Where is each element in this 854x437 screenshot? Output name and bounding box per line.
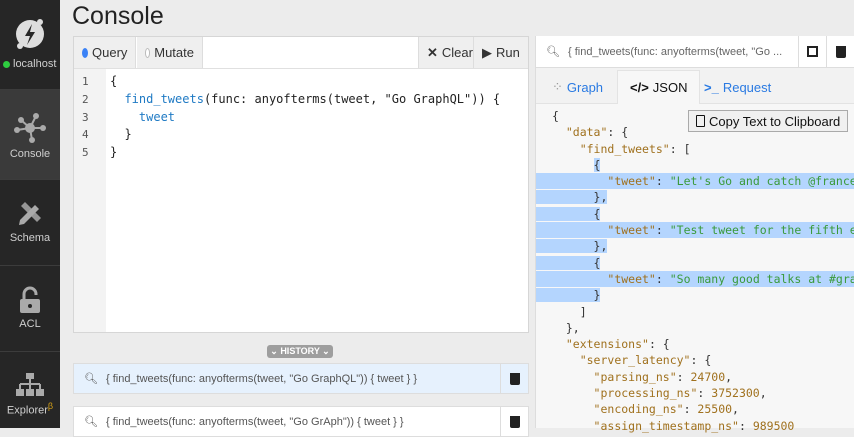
status-dot-icon — [3, 60, 10, 68]
code-line: 5} — [74, 144, 528, 162]
graph-icon: ⁘ — [552, 79, 563, 94]
processing-ns-value: 3752300 — [711, 386, 760, 401]
sidebar-item-label: ACL — [19, 318, 41, 330]
fullscreen-button[interactable] — [798, 36, 826, 67]
assign-timestamp-value: 989500 — [752, 418, 795, 433]
code-line: 1{ — [74, 73, 528, 91]
terminal-icon: >_ — [704, 79, 719, 95]
trash-icon — [835, 45, 846, 58]
tab-request[interactable]: >_ Request — [692, 70, 783, 104]
page-title: Console — [72, 2, 164, 30]
line-number: 4 — [82, 128, 89, 142]
sidebar-item-acl[interactable]: ACL — [0, 266, 60, 352]
unlock-icon — [20, 286, 40, 313]
trash-icon — [509, 415, 520, 428]
tweet-text: Test tweet for the fifth epis — [676, 223, 854, 238]
result-tabs: ⁘ Graph </> JSON >_ Request — [536, 68, 854, 104]
run-label: Run — [496, 45, 520, 60]
radio-selected-icon — [82, 47, 88, 58]
search-icon: 🔍︎ — [84, 416, 98, 428]
clear-label: Clear — [441, 45, 473, 60]
play-icon: ▶ — [482, 44, 492, 60]
code-field: tweet — [138, 109, 176, 124]
json-output[interactable]: { "data": { "find_tweets": [ { "tweet": … — [536, 108, 854, 434]
sidebar-item-explorer[interactable]: Explorerβ — [0, 352, 60, 428]
sidebar: localhost Console Schema ACL Explorerβ — [0, 0, 60, 428]
query-label: Query — [92, 45, 128, 60]
history-query: { find_tweets(func: anyofterms(tweet, "G… — [105, 415, 404, 428]
result-query: { find_tweets(func: anyofterms(tweet, "G… — [567, 45, 783, 58]
search-icon: 🔍︎ — [546, 46, 560, 58]
sidebar-item-label: Schema — [9, 232, 51, 244]
history-item[interactable]: 🔍︎ { find_tweets(func: anyofterms(tweet, … — [73, 363, 529, 394]
clear-button[interactable]: ✕ Clear — [418, 37, 474, 68]
code-line: 3 tweet — [74, 109, 528, 127]
tab-label: Graph — [566, 79, 604, 95]
sidebar-item-label: Explorer — [6, 404, 48, 417]
sidebar-item-console[interactable]: Console — [0, 90, 60, 180]
line-number: 1 — [82, 75, 89, 88]
tweet-text: Let's Go and catch @francesc — [676, 174, 854, 189]
code-text: } — [110, 145, 118, 160]
close-icon: ✕ — [427, 44, 438, 60]
code-text: } — [110, 127, 132, 142]
tab-label: JSON — [652, 80, 688, 95]
copy-label: Copy Text to Clipboard — [709, 113, 841, 129]
mutate-mode-radio[interactable]: Mutate — [137, 37, 203, 68]
host-label: localhost — [13, 58, 57, 70]
beta-badge: β — [47, 401, 54, 411]
run-button[interactable]: ▶ Run — [474, 37, 528, 68]
tab-label: Request — [722, 79, 772, 95]
search-icon: 🔍︎ — [84, 373, 98, 385]
pencil-ruler-icon — [19, 202, 41, 225]
radio-unselected-icon — [145, 47, 151, 58]
trash-icon — [509, 372, 520, 385]
delete-result-button[interactable] — [826, 36, 854, 67]
editor-toolbar: Query Mutate ✕ Clear ▶ Run — [74, 37, 528, 69]
server-status[interactable]: localhost — [0, 0, 60, 90]
tab-json[interactable]: </> JSON — [617, 70, 701, 104]
clipboard-icon — [696, 115, 705, 127]
history-label: HISTORY — [280, 346, 320, 356]
code-text: (func: anyofterms(tweet, "Go GraphQL")) … — [203, 91, 501, 106]
query-editor-panel: Query Mutate ✕ Clear ▶ Run 1{ 2 find_tweet… — [73, 36, 529, 333]
dgraph-logo-icon — [16, 19, 44, 49]
line-number: 5 — [82, 146, 89, 160]
delete-history-button[interactable] — [500, 364, 528, 393]
code-line: 2 find_tweets(func: anyofterms(tweet, "G… — [74, 91, 528, 109]
code-field: find_tweets — [124, 91, 204, 106]
code-line: 4 } — [74, 126, 528, 144]
history-toggle[interactable]: ⌄ HISTORY ⌄ — [267, 345, 333, 358]
console-network-icon — [14, 113, 46, 143]
sidebar-item-schema[interactable]: Schema — [0, 180, 60, 266]
line-number: 2 — [82, 92, 89, 106]
delete-history-button[interactable] — [500, 407, 528, 436]
encoding-ns-value: 25500 — [697, 402, 733, 417]
parsing-ns-value: 24700 — [690, 369, 726, 384]
code-icon: </> — [630, 80, 649, 95]
tab-graph[interactable]: ⁘ Graph — [540, 70, 615, 104]
tweet-text: So many good talks at #graphq — [676, 271, 854, 286]
result-query-bar: 🔍︎ { find_tweets(func: anyofterms(tweet, … — [536, 36, 854, 68]
history-query: { find_tweets(func: anyofterms(tweet, "G… — [105, 372, 418, 385]
expand-icon — [807, 46, 818, 57]
result-panel: 🔍︎ { find_tweets(func: anyofterms(tweet, … — [535, 36, 854, 433]
code-text: { — [110, 74, 118, 88]
copy-to-clipboard-button[interactable]: Copy Text to Clipboard — [688, 110, 849, 132]
line-number: 3 — [82, 110, 89, 124]
history-item[interactable]: 🔍︎ { find_tweets(func: anyofterms(tweet, … — [73, 406, 529, 437]
sitemap-icon — [16, 373, 44, 396]
query-mode-radio[interactable]: Query — [74, 37, 136, 68]
code-area[interactable]: 1{ 2 find_tweets(func: anyofterms(tweet,… — [74, 73, 528, 162]
mutate-label: Mutate — [154, 45, 194, 60]
sidebar-item-label: Console — [9, 148, 51, 160]
